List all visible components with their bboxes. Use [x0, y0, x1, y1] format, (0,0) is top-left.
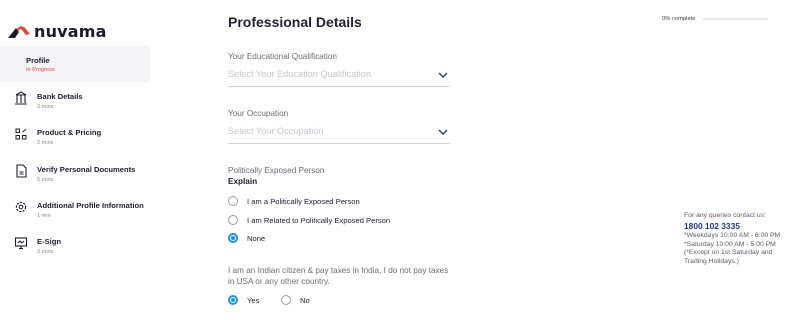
- sidebar-item-profile[interactable]: Profile In Progress: [0, 46, 150, 82]
- radio-label: I am a Politically Exposed Person: [247, 196, 360, 206]
- page-title: Professional Details: [228, 14, 362, 30]
- gear-icon: [15, 201, 27, 213]
- sidebar-item-label: Profile: [26, 56, 50, 65]
- sidebar-item-label: Bank Details: [37, 92, 83, 101]
- radio-button-selected[interactable]: [228, 233, 238, 243]
- contact-weekdays: *Weekdays 10:00 AM - 6:00 PM: [684, 232, 781, 240]
- pep-option-none[interactable]: None: [228, 233, 265, 243]
- chevron-down-icon: [438, 72, 448, 78]
- education-label: Your Educational Qualification: [228, 52, 337, 61]
- pep-option-related-pep[interactable]: I am Related to Politically Exposed Pers…: [228, 215, 390, 225]
- contact-heading: For any queries contact us:: [684, 212, 766, 219]
- pep-label: Politically Exposed Person: [228, 166, 325, 175]
- radio-label: None: [247, 233, 266, 243]
- education-select[interactable]: Select Your Education Qualification: [228, 67, 450, 87]
- sidebar-item-additional-profile[interactable]: Additional Profile Information 1 min: [0, 197, 150, 225]
- sidebar-item-label: E-Sign: [37, 237, 62, 246]
- contact-phone[interactable]: 1800 102 3335: [684, 221, 788, 232]
- nuvama-logo-mark: [8, 25, 30, 38]
- radio-button[interactable]: [228, 196, 238, 206]
- progress-bar: [702, 18, 768, 20]
- sidebar-item-duration: 3 mins: [37, 249, 54, 255]
- sidebar-item-verify-documents[interactable]: Verify Personal Documents 5 mins: [0, 161, 150, 189]
- pep-option-is-pep[interactable]: I am a Politically Exposed Person: [228, 196, 360, 206]
- occupation-label: Your Occupation: [228, 109, 289, 118]
- sidebar-item-status: In Progress: [26, 67, 55, 73]
- monitor-icon: [14, 237, 28, 249]
- sidebar-item-label: Product & Pricing: [37, 128, 102, 137]
- document-icon: [16, 164, 27, 178]
- sidebar-item-duration: 1 min: [37, 213, 51, 219]
- radio-label: I am Related to Politically Exposed Pers…: [247, 215, 391, 225]
- sidebar-item-label: Additional Profile Information: [37, 201, 144, 210]
- bank-icon: [15, 91, 27, 105]
- sidebar-item-bank-details[interactable]: Bank Details 3 mins: [0, 88, 150, 116]
- contact-note: (*Except on 1st Saturday and Trading Hol…: [684, 249, 773, 265]
- radio-label: No: [300, 295, 310, 305]
- sidebar-item-esign[interactable]: E-Sign 3 mins: [0, 233, 150, 261]
- sidebar-item-duration: 3 mins: [37, 104, 54, 110]
- sidebar-item-product-pricing[interactable]: Product & Pricing 2 mins: [0, 124, 150, 152]
- occupation-select[interactable]: Select Your Occupation: [228, 124, 450, 144]
- brand-name: nuvama: [34, 22, 107, 41]
- nuvama-logo[interactable]: nuvama: [6, 22, 107, 41]
- radio-button[interactable]: [281, 295, 291, 305]
- citizen-option-no[interactable]: No: [281, 295, 310, 305]
- citizen-option-yes[interactable]: Yes: [228, 295, 259, 305]
- sidebar: nuvama Profile In Progress Bank Details …: [0, 0, 150, 320]
- pep-explain-link[interactable]: Explain: [228, 177, 257, 186]
- education-placeholder: Select Your Education Qualification: [228, 69, 372, 79]
- sidebar-item-duration: 5 mins: [37, 177, 54, 183]
- progress-indicator: 0% complete: [662, 16, 768, 22]
- chevron-down-icon: [438, 129, 448, 135]
- radio-button-selected[interactable]: [228, 295, 238, 305]
- sidebar-item-duration: 2 mins: [37, 140, 54, 146]
- occupation-placeholder: Select Your Occupation: [228, 126, 324, 136]
- contact-info: For any queries contact us: 1800 102 333…: [684, 212, 788, 266]
- sidebar-item-label: Verify Personal Documents: [37, 165, 136, 174]
- progress-text: 0% complete: [662, 16, 696, 22]
- citizen-declaration-text: I am an Indian citizen & pay taxes in In…: [228, 266, 449, 286]
- radio-button[interactable]: [228, 215, 238, 225]
- grid-icon: [15, 128, 27, 140]
- radio-label: Yes: [247, 295, 260, 305]
- contact-saturday: *Saturday 10:00 AM - 5:00 PM: [684, 240, 776, 248]
